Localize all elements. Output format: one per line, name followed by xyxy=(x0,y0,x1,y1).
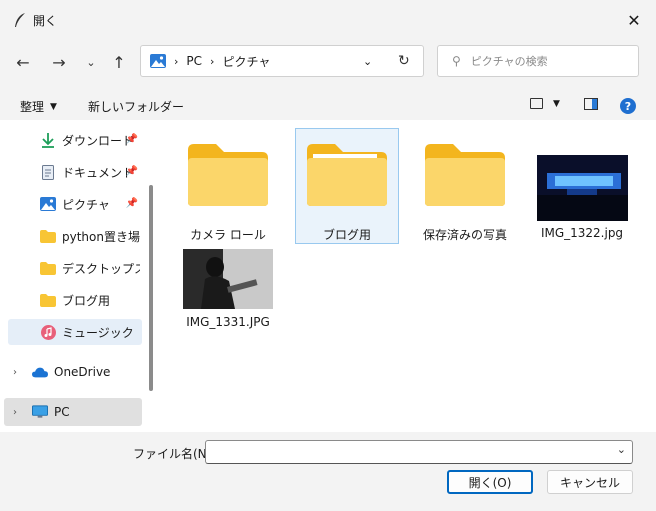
folder-icon xyxy=(40,228,56,244)
sidebar-item-label: python置き場 xyxy=(62,229,140,244)
chevron-right-icon: › xyxy=(210,54,215,68)
sidebar-item-blog[interactable]: ブログ用 xyxy=(8,288,142,312)
sidebar-item-label: ミュージック xyxy=(62,325,134,340)
file-tile[interactable]: カメラ ロール xyxy=(176,128,280,242)
organize-button[interactable]: 整理 ▼ xyxy=(20,98,57,115)
sidebar-item-label: PC xyxy=(54,405,70,419)
address-segment-pc[interactable]: PC xyxy=(186,54,202,68)
file-tile[interactable]: IMG_1322.jpg xyxy=(530,128,634,242)
pin-icon[interactable]: 📌 xyxy=(126,134,138,145)
sidebar-item-onedrive[interactable]: › OneDrive xyxy=(8,360,142,384)
view-icon xyxy=(530,98,543,109)
folder-icon xyxy=(40,260,56,276)
folder-icon xyxy=(307,144,387,206)
arrow-right-icon: → xyxy=(52,52,66,72)
chevron-right-icon[interactable]: › xyxy=(13,407,17,418)
folder-icon xyxy=(40,292,56,308)
caret-down-icon: ▼ xyxy=(553,98,560,109)
help-icon: ? xyxy=(624,99,632,113)
arrow-up-icon: ↑ xyxy=(112,52,126,72)
pc-icon xyxy=(32,404,48,420)
sidebar-item-label: ピクチャ xyxy=(62,197,110,212)
title-bar: 開く ✕ xyxy=(0,0,656,40)
sidebar-item-pictures[interactable]: ピクチャ 📌 xyxy=(8,192,142,216)
close-icon: ✕ xyxy=(627,10,641,30)
pictures-icon xyxy=(150,54,166,68)
search-icon: ⚲ xyxy=(452,54,461,68)
file-name: 保存済みの写真 xyxy=(422,228,507,242)
document-icon xyxy=(40,164,56,180)
filename-field[interactable]: ⌄ xyxy=(205,440,633,464)
file-name: IMG_1331.JPG xyxy=(186,315,270,329)
sidebar-item-label: ダウンロード xyxy=(62,133,135,148)
arrow-left-icon: ← xyxy=(16,52,30,72)
image-thumbnail xyxy=(183,249,273,309)
sidebar-item-documents[interactable]: ドキュメント 📌 xyxy=(8,160,142,184)
file-tile[interactable]: IMG_1331.JPG xyxy=(176,242,280,356)
up-button[interactable]: ↑ xyxy=(106,49,132,75)
chevron-right-icon[interactable]: › xyxy=(13,367,17,378)
open-button[interactable]: 開く(O) xyxy=(447,470,533,494)
recent-locations-button[interactable]: ⌄ xyxy=(78,49,104,75)
sidebar-scrollbar-thumb[interactable] xyxy=(149,185,153,391)
search-box[interactable]: ⚲ ピクチャの検索 xyxy=(437,45,639,77)
file-view: カメラ ロール ブログ用 保存済みの写真 IMG_1322.jpg IMG_13… xyxy=(158,120,656,432)
preview-pane-icon xyxy=(592,99,597,109)
chevron-down-icon: ⌄ xyxy=(86,55,96,69)
navigation-pane: ダウンロード 📌 ドキュメント 📌 ピクチャ 📌 python置き場 デスクトッ… xyxy=(0,120,146,432)
forward-button[interactable]: → xyxy=(46,49,72,75)
new-folder-button[interactable]: 新しいフォルダー xyxy=(88,98,184,115)
search-input[interactable]: ピクチャの検索 xyxy=(471,53,548,69)
address-segment-pictures[interactable]: ピクチャ xyxy=(222,53,270,70)
chevron-down-icon[interactable]: ⌄ xyxy=(363,55,372,68)
folder-icon xyxy=(188,144,268,206)
window-title: 開く xyxy=(33,14,58,28)
feather-icon xyxy=(15,13,25,27)
download-icon xyxy=(40,132,56,148)
sidebar-item-label: OneDrive xyxy=(54,365,111,379)
chevron-right-icon: › xyxy=(174,54,179,68)
preview-pane-button[interactable] xyxy=(584,98,598,110)
file-name: ブログ用 xyxy=(322,228,371,242)
chevron-down-icon[interactable]: ⌄ xyxy=(617,443,626,456)
pin-icon[interactable]: 📌 xyxy=(126,166,138,177)
file-tile-selected[interactable]: ブログ用 xyxy=(295,128,399,244)
pictures-icon xyxy=(40,196,56,212)
music-icon xyxy=(40,324,56,340)
refresh-icon[interactable]: ↻ xyxy=(398,53,410,69)
sidebar-item-downloads[interactable]: ダウンロード 📌 xyxy=(8,128,142,152)
caret-down-icon: ▼ xyxy=(50,101,57,112)
sidebar-item-desktop-slide[interactable]: デスクトップスライ xyxy=(8,256,142,280)
organize-label: 整理 xyxy=(20,100,45,114)
view-options-button[interactable]: ▼ xyxy=(530,98,560,109)
cancel-button[interactable]: キャンセル xyxy=(547,470,633,494)
file-name: カメラ ロール xyxy=(190,228,266,242)
sidebar-item-pc[interactable]: › PC xyxy=(4,398,142,426)
folder-icon xyxy=(425,144,505,206)
file-name: IMG_1322.jpg xyxy=(540,226,624,240)
back-button[interactable]: ← xyxy=(10,49,36,75)
help-button[interactable]: ? xyxy=(620,98,636,114)
onedrive-icon xyxy=(32,364,48,380)
address-bar[interactable]: › PC › ピクチャ ⌄ ↻ xyxy=(140,45,424,77)
sidebar-item-label: ブログ用 xyxy=(62,293,111,308)
sidebar-item-label: ドキュメント xyxy=(62,165,135,180)
filename-label: ファイル名(N): xyxy=(133,447,216,461)
pin-icon[interactable]: 📌 xyxy=(126,198,138,209)
file-tile[interactable]: 保存済みの写真 xyxy=(413,128,517,242)
sidebar-item-label: デスクトップスライ xyxy=(62,261,140,276)
sidebar-item-python[interactable]: python置き場 xyxy=(8,224,142,248)
image-thumbnail xyxy=(537,155,628,221)
sidebar-item-music[interactable]: ミュージック xyxy=(8,319,142,345)
close-button[interactable]: ✕ xyxy=(620,8,648,32)
